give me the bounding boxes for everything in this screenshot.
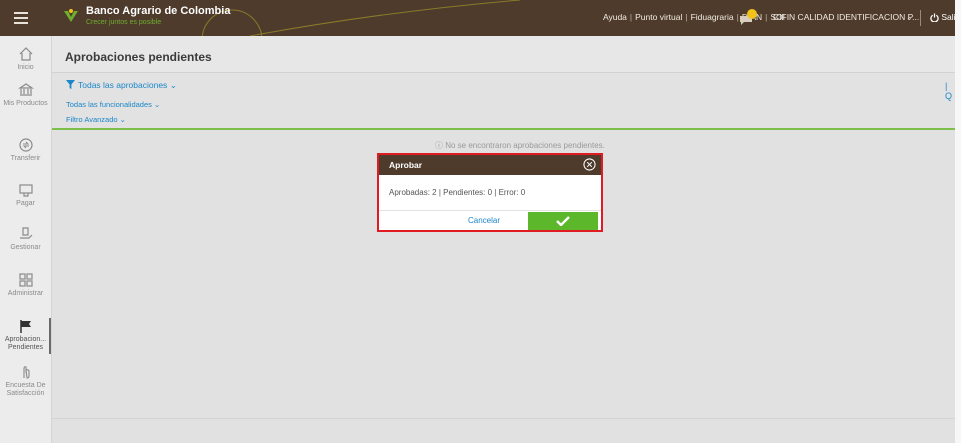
bank-logo-icon — [64, 9, 78, 22]
sidebar-item-label: Gestionar — [10, 244, 41, 251]
home-icon — [19, 47, 32, 61]
sidebar-item-label: Pagar — [16, 200, 35, 207]
filter-icon — [66, 80, 75, 89]
sidebar-item-label: Transferir — [10, 155, 41, 162]
dialog-header: Aprobar — [379, 155, 601, 175]
divider — [52, 418, 955, 419]
advanced-filter-label: Filtro Avanzado — [66, 115, 118, 124]
cancel-button[interactable]: Cancelar — [468, 216, 500, 225]
scrollbar-track[interactable] — [955, 0, 961, 443]
divider — [379, 210, 601, 211]
dialog-title: Aprobar — [389, 160, 423, 170]
flag-icon — [19, 320, 31, 333]
advanced-filter-toggle[interactable]: Filtro Avanzado ⌄ — [66, 115, 126, 124]
sidebar-item-mis-productos[interactable]: Mis Productos — [0, 82, 51, 108]
brand-slogan: Crecer juntos es posible — [86, 19, 162, 26]
logout-label: Salir — [941, 12, 955, 22]
page-header: Aprobaciones pendientes — [52, 36, 955, 73]
filter-approvals-label: Todas las aprobaciones — [78, 80, 168, 90]
search-icon[interactable]: | Q — [945, 81, 955, 101]
main-content: Aprobaciones pendientes Todas las aproba… — [52, 36, 955, 443]
hamburger-menu-button[interactable] — [14, 10, 28, 24]
hand-coin-icon — [19, 227, 32, 239]
company-selector[interactable]: CIFIN CALIDAD IDENTIFICACION P... — [773, 12, 919, 22]
sidebar-item-encuesta[interactable]: Encuesta De Satisfacción — [0, 364, 51, 398]
confirm-button[interactable] — [528, 212, 598, 230]
link-punto-virtual[interactable]: Punto virtual — [635, 12, 682, 22]
brand-name: Banco Agrario de Colombia — [86, 5, 231, 17]
sidebar-item-label: Administrar — [7, 290, 44, 297]
close-icon[interactable] — [583, 158, 596, 171]
filter-functionalities-dropdown[interactable]: Todas las funcionalidades ⌄ — [66, 100, 160, 109]
link-ayuda[interactable]: Ayuda — [603, 12, 627, 22]
sidebar-item-aprobaciones[interactable]: Aprobacion... Pendientes — [0, 318, 51, 352]
logout-button[interactable]: Salir — [930, 12, 955, 23]
active-indicator — [49, 318, 51, 354]
filter-panel: Todas las aprobaciones ⌄ Todas las funci… — [52, 73, 955, 130]
sidebar-item-label: Aprobacion... Pendientes — [4, 336, 47, 351]
info-icon: ⓘ — [435, 141, 443, 150]
grid-icon — [18, 273, 33, 287]
empty-state-message: ⓘ No se encontraron aprobaciones pendien… — [435, 140, 605, 151]
sidebar-item-administrar[interactable]: Administrar — [0, 272, 51, 298]
top-bar: Banco Agrario de Colombia Crecer juntos … — [0, 0, 955, 36]
empty-state-text: No se encontraron aprobaciones pendiente… — [445, 141, 605, 150]
chevron-down-icon: ⌄ — [119, 115, 126, 124]
approve-dialog: Aprobar Aprobadas: 2 | Pendientes: 0 | E… — [377, 153, 603, 232]
divider — [920, 10, 921, 26]
sidebar-item-label: Inicio — [17, 64, 34, 71]
sidebar-item-inicio[interactable]: Inicio — [0, 46, 51, 72]
checkmark-icon — [556, 216, 570, 226]
chat-notification-icon[interactable] — [738, 8, 758, 26]
survey-icon — [22, 366, 30, 379]
chevron-down-icon: ⌄ — [169, 80, 177, 90]
filter-approvals-dropdown[interactable]: Todas las aprobaciones ⌄ — [66, 80, 177, 91]
filter-functionalities-label: Todas las funcionalidades — [66, 100, 152, 109]
sidebar-item-transferir[interactable]: Transferir — [0, 137, 51, 163]
sidebar-item-pagar[interactable]: Pagar — [0, 182, 51, 208]
link-fiduagraria[interactable]: Fiduagraria — [691, 12, 734, 22]
sidebar-item-label: Encuesta De Satisfacción — [5, 382, 46, 397]
payment-icon — [18, 184, 33, 197]
power-icon — [930, 13, 939, 23]
chevron-down-icon: ⌄ — [154, 100, 161, 109]
sidebar-item-gestionar[interactable]: Gestionar — [0, 226, 51, 252]
page-title: Aprobaciones pendientes — [65, 50, 212, 64]
sidebar: Inicio Mis Productos Transferir Pagar Ge… — [0, 36, 52, 443]
bank-icon — [17, 83, 34, 96]
transfer-icon — [18, 138, 33, 152]
chevron-down-icon[interactable]: ⌄ — [906, 13, 913, 22]
dialog-summary: Aprobadas: 2 | Pendientes: 0 | Error: 0 — [389, 188, 526, 197]
sidebar-item-label: Mis Productos — [3, 100, 48, 107]
